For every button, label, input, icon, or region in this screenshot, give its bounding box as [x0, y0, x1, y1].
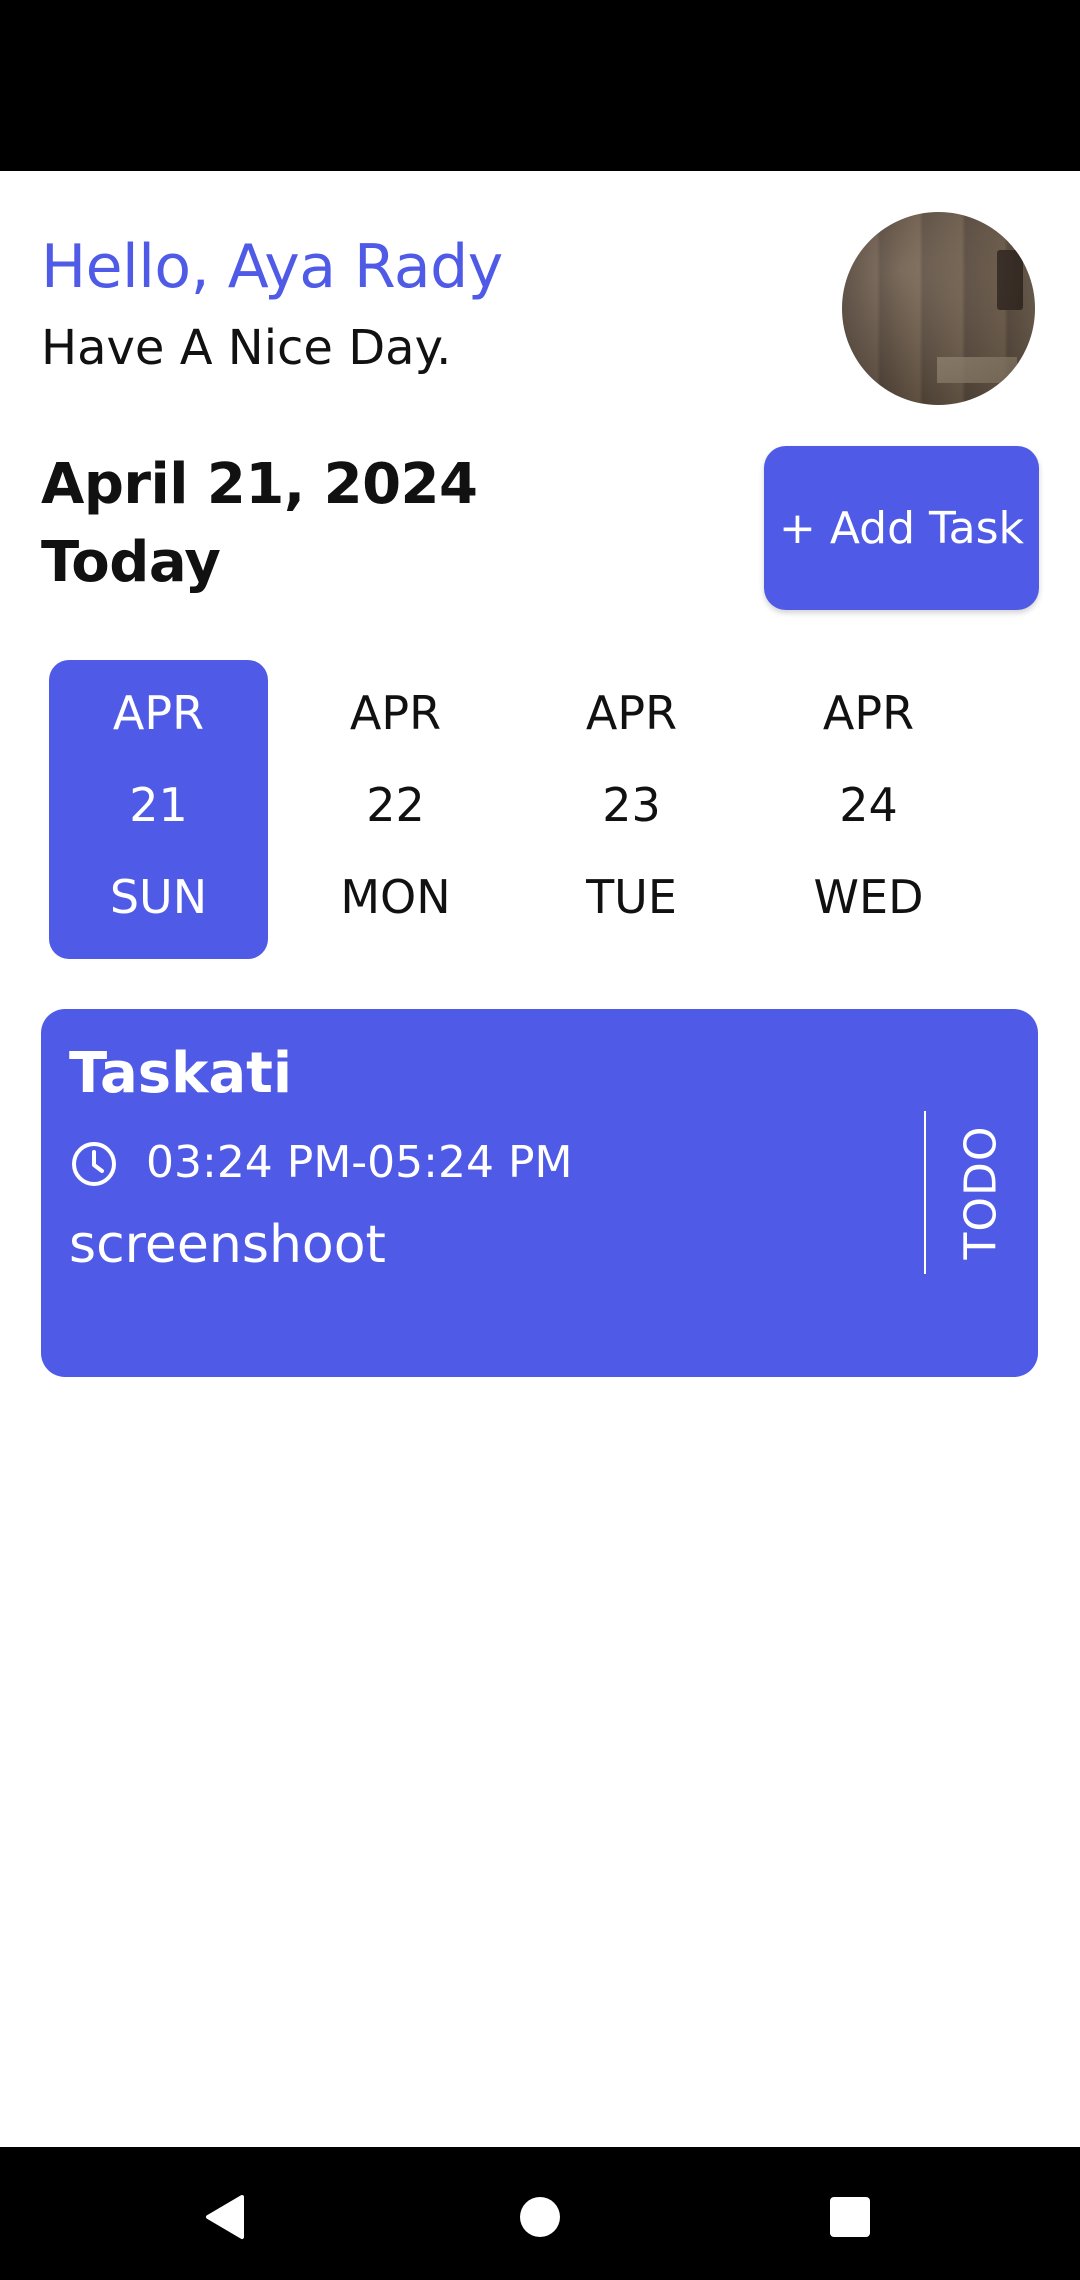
date-month: APR	[822, 686, 915, 740]
date-day: 21	[129, 778, 188, 832]
recents-icon	[830, 2197, 870, 2237]
date-item-apr-21[interactable]: APR 21 SUN	[49, 660, 268, 959]
date-item-apr-23[interactable]: APR 23 TUE	[522, 660, 741, 959]
back-icon	[206, 2195, 244, 2239]
date-item-apr-24[interactable]: APR 24 WED	[759, 660, 978, 959]
date-month: APR	[585, 686, 678, 740]
date-day: 23	[602, 778, 661, 832]
date-weekday: TUE	[586, 870, 677, 924]
date-weekday: WED	[813, 870, 924, 924]
back-button[interactable]	[185, 2177, 265, 2257]
avatar[interactable]	[842, 212, 1035, 405]
date-month: APR	[349, 686, 442, 740]
task-card[interactable]: Taskati 03:24 PM-05:24 PM screenshoot TO…	[41, 1009, 1038, 1377]
today-label: Today	[41, 530, 221, 595]
task-status: TODO	[941, 1111, 1021, 1274]
current-date: April 21, 2024	[41, 452, 478, 517]
date-item-apr-22[interactable]: APR 22 MON	[286, 660, 505, 959]
navigation-bar	[0, 2147, 1080, 2280]
status-bar	[0, 0, 1080, 171]
avatar-shade	[842, 212, 1035, 405]
task-description: screenshoot	[69, 1215, 386, 1275]
greeting-title: Hello, Aya Rady	[41, 232, 503, 302]
clock-icon	[72, 1142, 116, 1186]
greeting-subtitle: Have A Nice Day.	[41, 320, 452, 376]
home-icon	[520, 2197, 560, 2237]
task-divider	[924, 1111, 926, 1274]
date-day: 22	[366, 778, 425, 832]
task-status-label: TODO	[955, 1125, 1007, 1260]
add-task-button[interactable]: + Add Task	[764, 446, 1039, 610]
home-button[interactable]	[500, 2177, 580, 2257]
date-day: 24	[839, 778, 898, 832]
task-time: 03:24 PM-05:24 PM	[146, 1137, 573, 1188]
date-weekday: MON	[340, 870, 451, 924]
task-title: Taskati	[69, 1041, 293, 1106]
date-weekday: SUN	[109, 870, 208, 924]
recents-button[interactable]	[810, 2177, 890, 2257]
date-month: APR	[112, 686, 205, 740]
